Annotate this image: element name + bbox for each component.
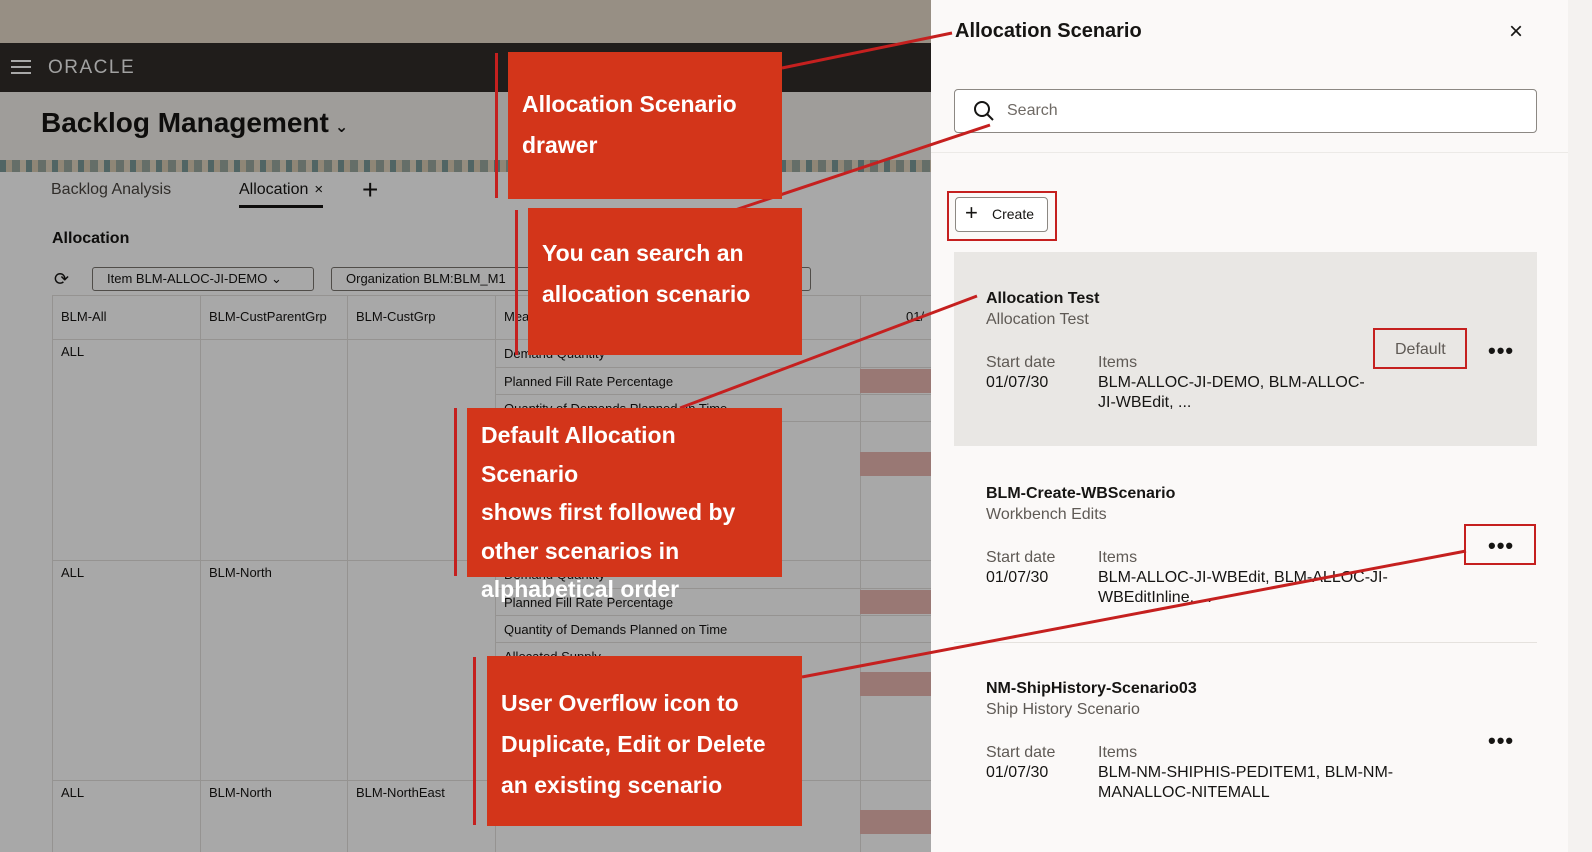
annotation-bracket <box>473 657 476 825</box>
annotation-bracket <box>454 408 457 576</box>
callout-line: alphabetical order <box>481 576 680 602</box>
callout-line: other scenarios in <box>481 537 680 564</box>
callout-search: You can search an allocation scenario <box>528 208 802 355</box>
callout-default: Default Allocation Scenario shows first … <box>467 408 782 602</box>
callout-overflow: User Overflow icon to Duplicate, Edit or… <box>487 656 802 826</box>
annotation-bracket <box>495 53 498 198</box>
callout-line: User Overflow icon to <box>501 690 739 716</box>
callout-line: Duplicate, Edit or Delete <box>501 731 766 757</box>
callout-line: Allocation Scenario <box>522 91 737 117</box>
callout-line: drawer <box>522 132 598 158</box>
callout-drawer: Allocation Scenario drawer <box>508 52 782 199</box>
callout-line: shows first followed by <box>481 499 736 525</box>
default-highlight-box <box>1373 328 1467 369</box>
callout-line: allocation scenario <box>542 281 751 307</box>
callout-line: an existing scenario <box>501 772 723 798</box>
create-highlight-box <box>947 191 1057 241</box>
annotation-pointer-drawer <box>781 31 953 70</box>
overflow-highlight-box <box>1464 524 1536 565</box>
callout-line: Default Allocation Scenario <box>481 422 676 487</box>
annotation-pointer-overflow <box>801 549 1467 679</box>
callout-line: You can search an <box>542 240 744 266</box>
annotation-bracket <box>515 210 518 355</box>
